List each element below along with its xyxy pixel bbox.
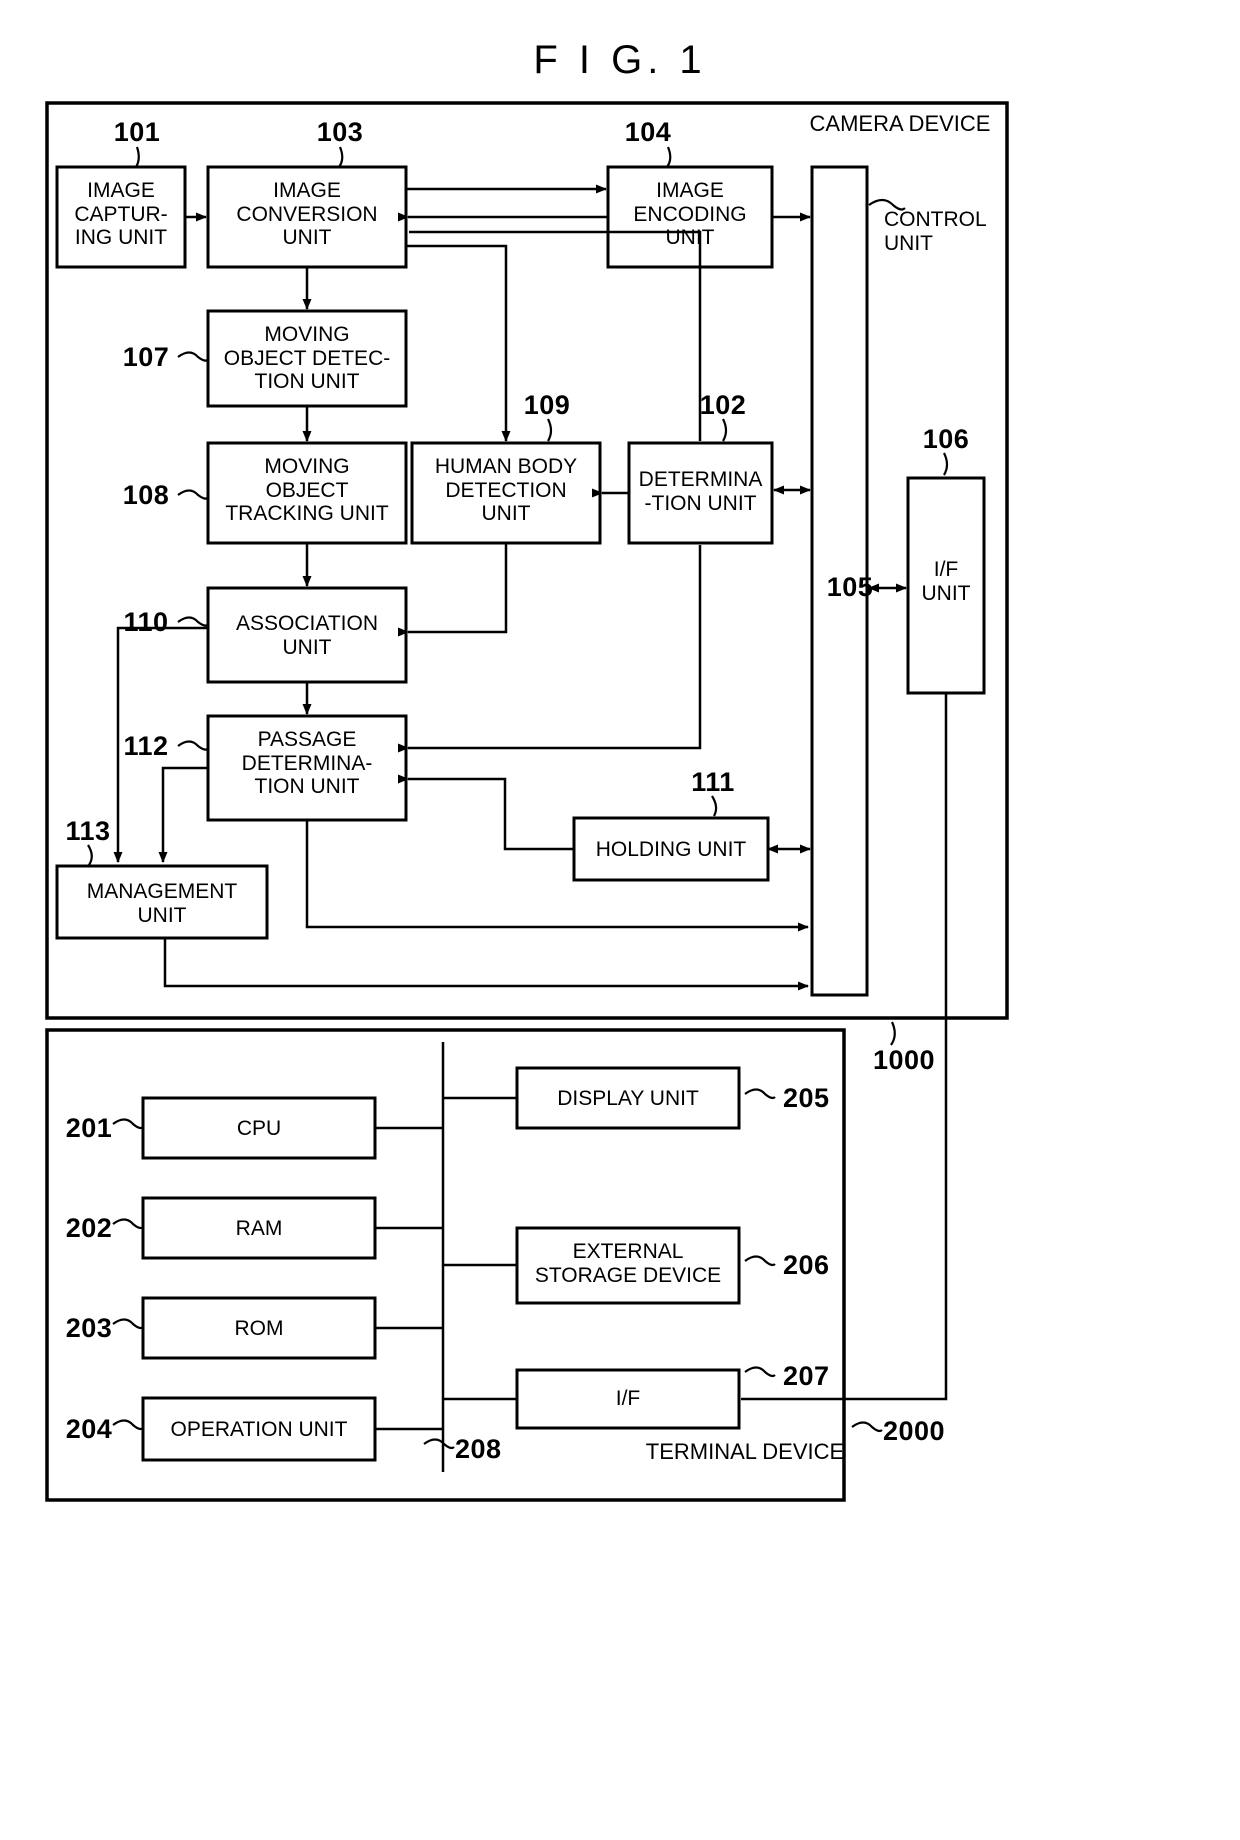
ref-2000: 2000 — [883, 1416, 946, 1446]
block-label-102: DETERMINA -TION UNIT — [638, 468, 763, 515]
edge-112-113 — [158, 766, 208, 863]
ref-109: 109 — [523, 390, 571, 420]
ref-207: 207 — [783, 1361, 830, 1391]
ref-205: 205 — [783, 1083, 830, 1113]
ref-108: 108 — [122, 480, 170, 510]
block-label-109: HUMAN BODY DETECTION UNIT — [434, 455, 578, 526]
block-label-107: MOVING OBJECT DETEC- TION UNIT — [223, 323, 391, 394]
ref-206: 206 — [783, 1250, 830, 1280]
block-label-202: RAM — [235, 1217, 283, 1240]
camera-device-name: CAMERA DEVICE — [809, 111, 991, 136]
block-label-112: PASSAGE DETERMINA- TION UNIT — [241, 728, 373, 799]
block-label-203: ROM — [234, 1317, 284, 1340]
ref-102: 102 — [699, 390, 747, 420]
leader-107 — [177, 351, 209, 362]
edge-113-105 — [163, 938, 809, 991]
leader-104 — [666, 146, 672, 168]
edge-109-110 — [398, 543, 508, 637]
ref-111: 111 — [691, 767, 735, 797]
block-label-106: I/F UNIT — [921, 558, 971, 605]
ref-110: 110 — [123, 607, 169, 637]
leader-207 — [744, 1366, 776, 1378]
leader-113 — [87, 844, 93, 866]
block-label-206: EXTERNAL STORAGE DEVICE — [534, 1240, 722, 1287]
edge-111-112 — [398, 774, 574, 851]
leader-108 — [177, 489, 209, 500]
ref-103: 103 — [316, 117, 364, 147]
edge-102-112 — [398, 545, 702, 753]
ref-101: 101 — [113, 117, 161, 147]
leader-101 — [135, 146, 140, 168]
block-label-110: ASSOCIATION UNIT — [236, 612, 378, 659]
leader-102 — [722, 418, 728, 442]
ref-112: 112 — [123, 731, 169, 761]
block-label-104: IMAGE ENCODING UNIT — [633, 179, 747, 250]
block-label-111: HOLDING UNIT — [595, 838, 747, 861]
edge-103-109 — [406, 244, 511, 442]
leader-205 — [744, 1088, 776, 1100]
block-label-204: OPERATION UNIT — [170, 1418, 348, 1441]
ref-202: 202 — [65, 1213, 113, 1243]
leader-112 — [177, 740, 209, 751]
ref-106: 106 — [922, 424, 970, 454]
leader-103 — [338, 146, 344, 168]
block-label-108: MOVING OBJECT TRACKING UNIT — [225, 455, 389, 526]
ref-104: 104 — [624, 117, 672, 147]
leader-109 — [547, 418, 553, 442]
ref-201: 201 — [65, 1113, 113, 1143]
block-label-205: DISPLAY UNIT — [557, 1087, 699, 1110]
ref-204: 204 — [65, 1414, 113, 1444]
leader-110 — [177, 616, 209, 627]
ref-107: 107 — [122, 342, 170, 372]
leader-206 — [744, 1255, 776, 1267]
terminal-device-name: TERMINAL DEVICE — [645, 1439, 845, 1464]
block-label-113: MANAGEMENT UNIT — [86, 880, 238, 927]
ref-113: 113 — [65, 816, 111, 846]
leader-111 — [711, 795, 718, 817]
block-label-207: I/F — [615, 1387, 641, 1410]
leader-106 — [943, 452, 949, 476]
block-label-103: IMAGE CONVERSION UNIT — [236, 179, 378, 250]
ref-105: 105 — [826, 572, 874, 602]
ref-1000: 1000 — [873, 1045, 936, 1075]
ref-208: 208 — [455, 1434, 502, 1464]
patent-figure: F I G. 1 IMAGE CAPTUR- ING UNIT IMAGE CO… — [0, 0, 1240, 1840]
block-label-201: CPU — [236, 1117, 282, 1140]
leader-1000 — [890, 1021, 896, 1046]
control-unit-label: CONTROL UNIT — [884, 208, 987, 255]
leader-2000 — [851, 1421, 883, 1433]
leader-208 — [423, 1438, 455, 1450]
block-label-101: IMAGE CAPTUR- ING UNIT — [74, 179, 168, 250]
ref-203: 203 — [65, 1313, 113, 1343]
